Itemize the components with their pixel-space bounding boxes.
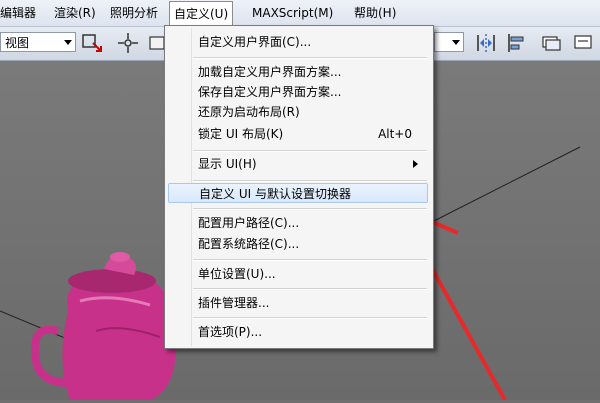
menu-item-units-setup[interactable]: 单位设置(U)...	[168, 264, 428, 284]
menu-item-configure-system-paths[interactable]: 配置系统路径(C)...	[168, 234, 428, 254]
pan-icon[interactable]	[116, 31, 140, 55]
menu-separator	[193, 208, 427, 210]
view-dropdown[interactable]: 视图	[0, 32, 76, 52]
menu-item-save-ui-scheme[interactable]: 保存自定义用户界面方案...	[168, 82, 428, 102]
menu-item-configure-user-paths[interactable]: 配置用户路径(C)...	[168, 213, 428, 233]
menu-item-plugin-manager[interactable]: 插件管理器...	[168, 293, 428, 313]
teapot-object[interactable]	[31, 252, 177, 400]
align-icon[interactable]	[505, 31, 529, 55]
chevron-down-icon	[64, 40, 72, 45]
menu-item-preferences[interactable]: 首选项(P)...	[168, 322, 428, 342]
menu-separator	[193, 259, 427, 261]
menu-customize[interactable]: 自定义(U)	[169, 1, 234, 27]
menu-separator	[193, 150, 427, 152]
menu-separator	[193, 180, 427, 182]
submenu-arrow-icon	[413, 160, 418, 168]
menu-separator	[193, 288, 427, 290]
view-dropdown-value: 视图	[5, 36, 30, 50]
menu-item-show-ui[interactable]: 显示 UI(H)	[168, 154, 428, 174]
menu-item-revert-startup-layout[interactable]: 还原为启动布局(R)	[168, 102, 428, 122]
menu-maxscript[interactable]: MAXScript(M)	[248, 0, 337, 26]
render-setup-icon[interactable]	[572, 31, 596, 55]
menu-item-ui-defaults-switcher[interactable]: 自定义 UI 与默认设置切换器	[168, 183, 428, 203]
menu-bar: 编辑器 渲染(R) 照明分析 自定义(U) MAXScript(M) 帮助(H)	[0, 0, 600, 27]
menu-help[interactable]: 帮助(H)	[350, 0, 400, 26]
mirror-icon[interactable]	[474, 31, 498, 55]
menu-item-customize-ui[interactable]: 自定义用户界面(C)...	[168, 32, 428, 52]
menu-separator	[193, 57, 427, 59]
customize-menu: 自定义用户界面(C)... 加载自定义用户界面方案... 保存自定义用户界面方案…	[164, 25, 434, 349]
menu-editor[interactable]: 编辑器	[0, 0, 40, 26]
select-move-icon[interactable]	[80, 31, 104, 55]
right-dropdown[interactable]	[434, 32, 464, 52]
layer-icon[interactable]	[540, 31, 564, 55]
chevron-down-icon	[452, 40, 460, 45]
menu-item-load-ui-scheme[interactable]: 加载自定义用户界面方案...	[168, 62, 428, 82]
menu-lighting-analysis[interactable]: 照明分析	[106, 0, 162, 26]
shortcut-label: Alt+0	[378, 127, 412, 141]
menu-render[interactable]: 渲染(R)	[50, 0, 100, 26]
menu-separator	[193, 317, 427, 319]
menu-item-lock-ui-layout[interactable]: 锁定 UI 布局(K) Alt+0	[168, 124, 428, 144]
